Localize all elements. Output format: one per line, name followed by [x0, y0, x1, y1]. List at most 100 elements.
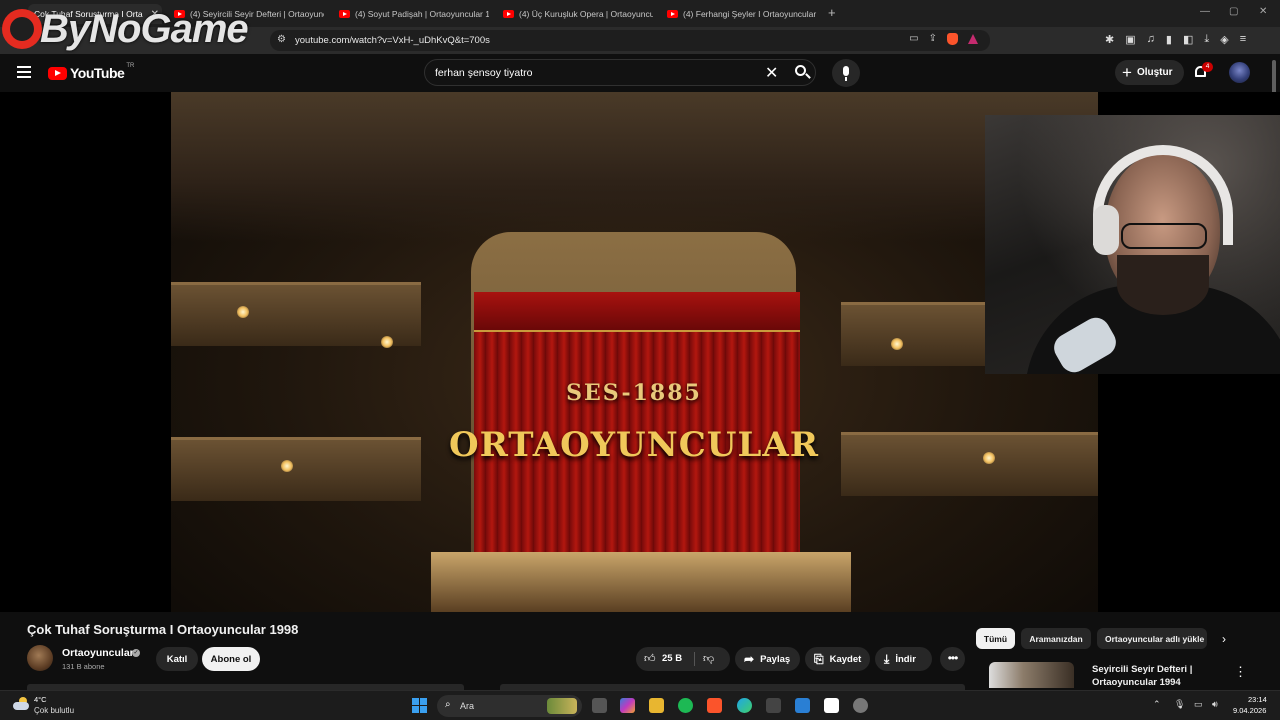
weather-description[interactable]: Çok bulutlu [34, 706, 74, 715]
search-box[interactable]: ferhan şensoy tiyatro ✕ [424, 59, 816, 86]
save-button[interactable]: ⎘ Kaydet [805, 647, 870, 671]
share-label: Paylaş [760, 653, 791, 665]
subscribe-button[interactable]: Abone ol [202, 647, 260, 671]
browser-tab[interactable]: (4) Üç Kuruşluk Opera | Ortaoyuncular [503, 4, 653, 24]
browser-tab-active[interactable]: Çok Tuhaf Soruşturma I Orta ✕ [28, 4, 162, 24]
divider [694, 652, 695, 666]
brave-shields-icon[interactable] [947, 33, 958, 45]
close-icon[interactable]: ✕ [151, 9, 159, 20]
search-highlight-image [547, 698, 577, 714]
volume-icon[interactable]: 🔊︎ [1212, 699, 1218, 710]
channel-name[interactable]: Ortaoyuncular [62, 647, 134, 659]
cast-icon[interactable]: ▭ [909, 33, 918, 45]
verified-check-icon: ✓ [132, 649, 140, 657]
clear-search-icon[interactable]: ✕ [765, 63, 778, 83]
download-button[interactable]: ⤓ İndir [875, 647, 932, 671]
share-arrow-icon: ➦ [744, 652, 755, 666]
url-text[interactable]: youtube.com/watch?v=VxH-_uDhKvQ&t=700s [295, 35, 490, 46]
downloads-icon[interactable]: ⤓ [1204, 33, 1209, 46]
mail-icon[interactable] [795, 698, 810, 713]
chip-channel-uploads[interactable]: Ortaoyuncular adlı yükle [1097, 628, 1207, 649]
close-window-icon[interactable]: ✕ [1259, 6, 1267, 17]
search-input[interactable]: ferhan şensoy tiyatro [435, 67, 532, 79]
subscriber-count: 131 B abone [62, 662, 105, 671]
task-view-icon[interactable] [592, 698, 607, 713]
new-tab-button[interactable]: + [828, 5, 836, 20]
voice-search-mic-icon[interactable] [832, 59, 860, 87]
chip-all[interactable]: Tümü [976, 628, 1015, 649]
network-icon[interactable]: ▭ [1194, 699, 1203, 710]
site-settings-icon[interactable]: ⚙ [277, 34, 286, 45]
recommendation-title[interactable]: Seyircili Seyir Defteri | Ortaoyuncular … [1092, 663, 1222, 689]
brave-browser-icon[interactable] [707, 698, 722, 713]
tab-label: (4) Soyut Padişah | Ortaoyuncular 1998 [355, 9, 489, 19]
screenshot-icon[interactable]: ▣ [1125, 33, 1135, 46]
browser-tab[interactable]: (4) Seyircili Seyir Defteri | Ortaoyuncu [174, 4, 324, 24]
sidebar-icon[interactable]: ▮ [1166, 33, 1172, 46]
save-label: Kaydet [829, 653, 862, 665]
clock-date[interactable]: 9.04.2026 [1233, 706, 1266, 715]
search-icon: ⌕ [445, 699, 451, 710]
copilot-icon[interactable] [620, 698, 635, 713]
edge-icon[interactable] [737, 698, 752, 713]
weather-temperature[interactable]: 4°C [34, 695, 47, 704]
minimize-icon[interactable]: — [1200, 6, 1210, 17]
chevron-up-icon[interactable]: ⌃ [1153, 699, 1161, 710]
search-icon[interactable] [794, 64, 811, 80]
windows-taskbar: 4°C Çok bulutlu ⌕ Ara ⌃ 🎙︎ ▭ 🔊︎ 23:14 9.… [0, 690, 1280, 720]
address-bar[interactable]: ⚙ youtube.com/watch?v=VxH-_uDhKvQ&t=700s… [270, 30, 990, 51]
microphone-icon[interactable]: 🎙︎ [1174, 699, 1185, 710]
share-button[interactable]: ➦ Paylaş [735, 647, 800, 671]
weather-cloud-icon[interactable] [11, 697, 29, 711]
streamer-webcam [985, 115, 1280, 374]
browser-tab[interactable]: (4) Soyut Padişah | Ortaoyuncular 1998 [339, 4, 489, 24]
download-icon: ⤓ [884, 651, 890, 666]
account-avatar[interactable] [1229, 62, 1250, 83]
clock-time[interactable]: 23:14 [1248, 695, 1267, 704]
browser-tab-strip: Çok Tuhaf Soruşturma I Orta ✕ (4) Seyirc… [0, 0, 1280, 27]
video-frame [171, 92, 1098, 612]
headphone-cup [1093, 205, 1119, 255]
video-title: Çok Tuhaf Soruşturma I Ortaoyuncular 199… [27, 622, 299, 637]
thumbs-up-icon[interactable]: 👍︎ [644, 652, 656, 665]
vpn-icon[interactable]: ◈ [1220, 33, 1228, 46]
video-overlay-title: ORTAOYUNCULAR [449, 425, 819, 465]
create-button[interactable]: + Oluştur [1115, 60, 1184, 85]
recommendation-thumbnail[interactable] [989, 662, 1074, 688]
browser-tab[interactable]: (4) Ferhangi Şeyler I Ortaoyuncular 1 [667, 4, 817, 24]
thumbs-down-icon[interactable]: 👎︎ [703, 652, 714, 665]
brave-rewards-icon[interactable] [968, 34, 978, 44]
extensions-icon[interactable]: ✱ [1105, 33, 1114, 46]
wall-lamp [891, 338, 903, 350]
store-icon[interactable] [766, 698, 781, 713]
maximize-icon[interactable]: ▢ [1229, 6, 1238, 17]
tab-label: (4) Seyircili Seyir Defteri | Ortaoyuncu [190, 9, 324, 19]
wallet-icon[interactable]: ◧ [1183, 33, 1193, 46]
hamburger-menu-icon[interactable] [17, 66, 31, 78]
windows-start-icon[interactable] [412, 698, 427, 713]
share-page-icon[interactable]: ⇪ [929, 33, 937, 45]
youtube-header: YouTube TR ferhan şensoy tiyatro ✕ + Olu… [0, 54, 1280, 92]
recommendation-menu-icon[interactable]: ⋮ [1234, 664, 1247, 680]
youtube-wordmark: YouTube [70, 65, 125, 81]
chip-from-search[interactable]: Aramanızdan [1021, 628, 1091, 649]
address-bar-row: ⚙ youtube.com/watch?v=VxH-_uDhKvQ&t=700s… [0, 27, 1280, 54]
media-icon[interactable]: ♫ [1147, 33, 1155, 46]
like-count[interactable]: 25 B [662, 653, 682, 664]
spotify-icon[interactable] [678, 698, 693, 713]
file-explorer-icon[interactable] [649, 698, 664, 713]
app-window-icon[interactable] [824, 698, 839, 713]
download-label: İndir [895, 653, 916, 665]
taskbar-search-placeholder: Ara [460, 701, 475, 711]
more-actions-icon[interactable]: ••• [940, 647, 965, 671]
channel-avatar[interactable] [27, 645, 53, 671]
youtube-logo[interactable]: YouTube TR [48, 63, 134, 81]
address-bar-actions: ▭ ⇪ [909, 33, 978, 45]
settings-icon[interactable] [853, 698, 868, 713]
video-overlay-subtitle: SES-1885 [566, 380, 702, 406]
menu-icon[interactable]: ≡ [1240, 33, 1246, 46]
chevron-right-icon[interactable]: › [1222, 632, 1226, 646]
taskbar-search[interactable]: ⌕ Ara [437, 695, 582, 717]
join-button[interactable]: Katıl [156, 647, 198, 671]
extension-toolbar: ✱ ▣ ♫ ▮ ◧ ⤓ ◈ ≡ [1105, 33, 1246, 46]
